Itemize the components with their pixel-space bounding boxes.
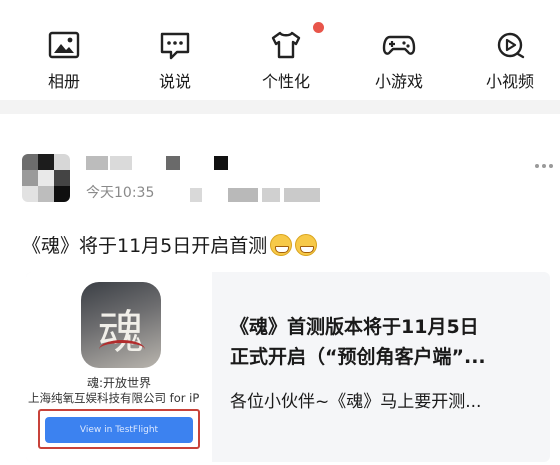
notification-dot bbox=[313, 22, 324, 33]
more-options-icon[interactable] bbox=[534, 162, 554, 170]
redacted-meta bbox=[228, 188, 258, 202]
post-time: 今天10:35 bbox=[86, 185, 155, 201]
redacted-meta bbox=[284, 188, 320, 202]
gamepad-icon bbox=[382, 35, 416, 55]
app-icon: 魂 bbox=[81, 282, 161, 368]
link-thumbnail: 魂 魂:开放世界 上海纯氧互娱科技有限公司 for iP View in Tes… bbox=[26, 272, 212, 462]
redacted-meta bbox=[262, 188, 280, 202]
chat-bubble-icon bbox=[160, 32, 190, 60]
shortcut-album[interactable]: 相册 bbox=[24, 22, 104, 94]
avatar[interactable] bbox=[22, 154, 70, 202]
grinning-face-emoji bbox=[295, 234, 318, 256]
section-divider bbox=[0, 100, 560, 114]
feed-post: 今天10:35 《魂》将于11月5日开启首测 魂 魂:开放世界 上海纯氧互娱科技… bbox=[0, 114, 560, 465]
post-text: 《魂》将于11月5日开启首测 bbox=[22, 232, 318, 260]
link-title: 《魂》首测版本将于11月5日 正式开启（“预创角客户端”... bbox=[230, 312, 540, 372]
link-title-line-2: 正式开启（“预创角客户端”... bbox=[230, 346, 486, 368]
post-body: 《魂》将于11月5日开启首测 bbox=[22, 235, 268, 257]
view-in-testflight-button[interactable]: View in TestFlight bbox=[45, 417, 193, 443]
tshirt-icon bbox=[271, 31, 301, 59]
thumb-app-title: 魂:开放世界 bbox=[86, 376, 152, 390]
shortcut-personalize[interactable]: 个性化 bbox=[246, 22, 326, 94]
shortcut-personalize-label: 个性化 bbox=[261, 72, 310, 91]
redacted-meta bbox=[190, 188, 202, 202]
shortcut-bar: 相册 说说 个性化 小游戏 小视频 bbox=[0, 0, 560, 100]
image-icon bbox=[48, 31, 80, 59]
shortcut-moments-label: 说说 bbox=[158, 72, 191, 91]
link-title-line-1: 《魂》首测版本将于11月5日 bbox=[230, 316, 479, 338]
grinning-face-emoji bbox=[270, 234, 293, 256]
link-description: 各位小伙伴~《魂》马上要开测... bbox=[230, 392, 482, 412]
play-circle-icon bbox=[497, 32, 525, 59]
shortcut-album-label: 相册 bbox=[47, 72, 80, 91]
link-preview-card[interactable]: 魂 魂:开放世界 上海纯氧互娱科技有限公司 for iP View in Tes… bbox=[26, 272, 550, 462]
shortcut-videos-label: 小视频 bbox=[485, 72, 534, 91]
app-icon-swirl bbox=[99, 340, 145, 359]
shortcut-games[interactable]: 小游戏 bbox=[359, 22, 439, 94]
shortcut-videos[interactable]: 小视频 bbox=[470, 22, 550, 94]
thumb-publisher: 上海纯氧互娱科技有限公司 for iP bbox=[28, 391, 200, 405]
shortcut-games-label: 小游戏 bbox=[374, 72, 423, 91]
shortcut-moments[interactable]: 说说 bbox=[135, 22, 215, 94]
